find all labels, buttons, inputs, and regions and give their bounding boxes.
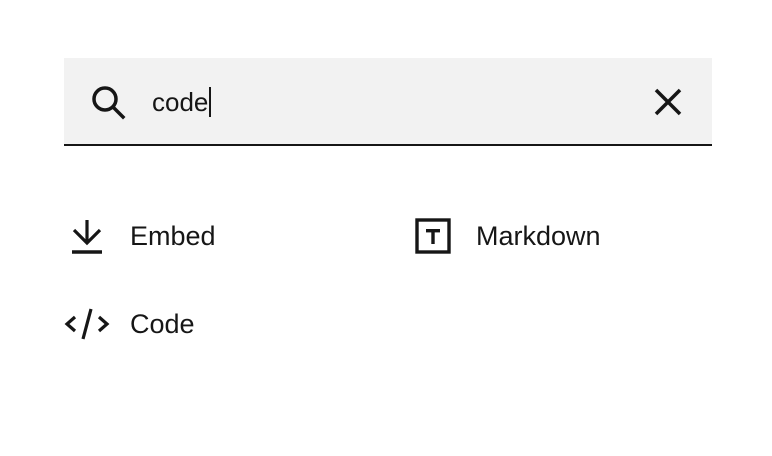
text-box-icon xyxy=(410,213,456,259)
download-icon xyxy=(64,213,110,259)
search-input-value: code xyxy=(152,87,209,117)
code-icon xyxy=(64,301,110,347)
result-item-code[interactable]: Code xyxy=(64,300,195,348)
text-caret xyxy=(209,87,212,117)
result-item-label: Code xyxy=(130,309,195,339)
result-item-embed[interactable]: Embed xyxy=(64,212,216,260)
search-icon xyxy=(90,84,126,120)
close-icon xyxy=(650,88,686,124)
search-bar[interactable]: code xyxy=(64,58,712,146)
clear-search-button[interactable] xyxy=(650,84,686,120)
result-item-markdown[interactable]: Markdown xyxy=(410,212,601,260)
result-item-label: Embed xyxy=(130,221,216,251)
search-input[interactable]: code xyxy=(152,84,212,120)
result-item-label: Markdown xyxy=(476,221,601,251)
